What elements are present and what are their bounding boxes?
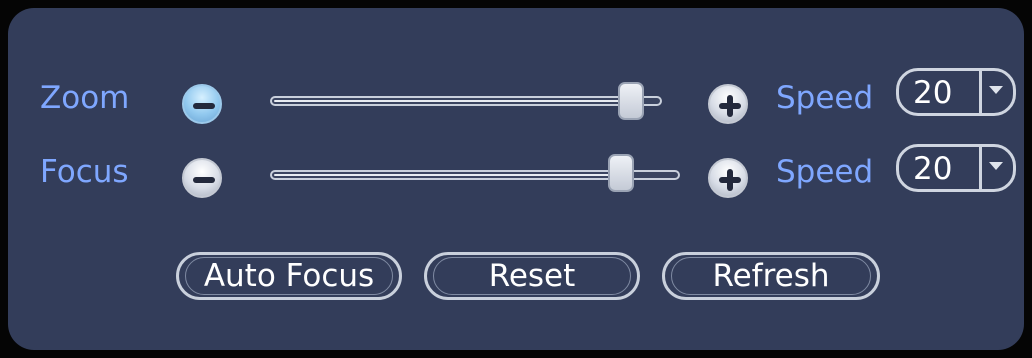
- focus-slider-thumb[interactable]: [607, 154, 634, 192]
- zoom-speed-label: Speed: [776, 80, 874, 116]
- chevron-down-icon: [989, 86, 1003, 94]
- zoom-label: Zoom: [40, 80, 130, 116]
- ptz-control-panel: Zoom Speed 20 Focus Speed 20 Auto Focus: [8, 8, 1024, 350]
- refresh-button-label: Refresh: [712, 258, 830, 294]
- focus-near-button[interactable]: [182, 158, 222, 198]
- zoom-in-button[interactable]: [708, 84, 748, 124]
- refresh-button[interactable]: Refresh: [662, 252, 880, 300]
- reset-button[interactable]: Reset: [424, 252, 640, 300]
- focus-speed-select[interactable]: 20: [896, 144, 1016, 192]
- zoom-slider-track[interactable]: [270, 96, 662, 106]
- zoom-slider-fill: [274, 100, 622, 102]
- zoom-out-button[interactable]: [182, 84, 222, 124]
- focus-speed-value: 20: [913, 151, 953, 187]
- focus-label: Focus: [40, 154, 129, 190]
- minus-icon: [193, 103, 215, 109]
- zoom-speed-select[interactable]: 20: [896, 68, 1016, 116]
- zoom-speed-value: 20: [913, 75, 953, 111]
- focus-far-button[interactable]: [708, 158, 748, 198]
- minus-icon: [193, 177, 215, 183]
- auto-focus-button-label: Auto Focus: [203, 258, 375, 294]
- reset-button-label: Reset: [488, 258, 576, 294]
- zoom-slider-thumb[interactable]: [617, 82, 644, 120]
- focus-slider-fill: [274, 174, 612, 176]
- chevron-down-icon: [989, 162, 1003, 170]
- focus-speed-label: Speed: [776, 154, 874, 190]
- auto-focus-button[interactable]: Auto Focus: [176, 252, 402, 300]
